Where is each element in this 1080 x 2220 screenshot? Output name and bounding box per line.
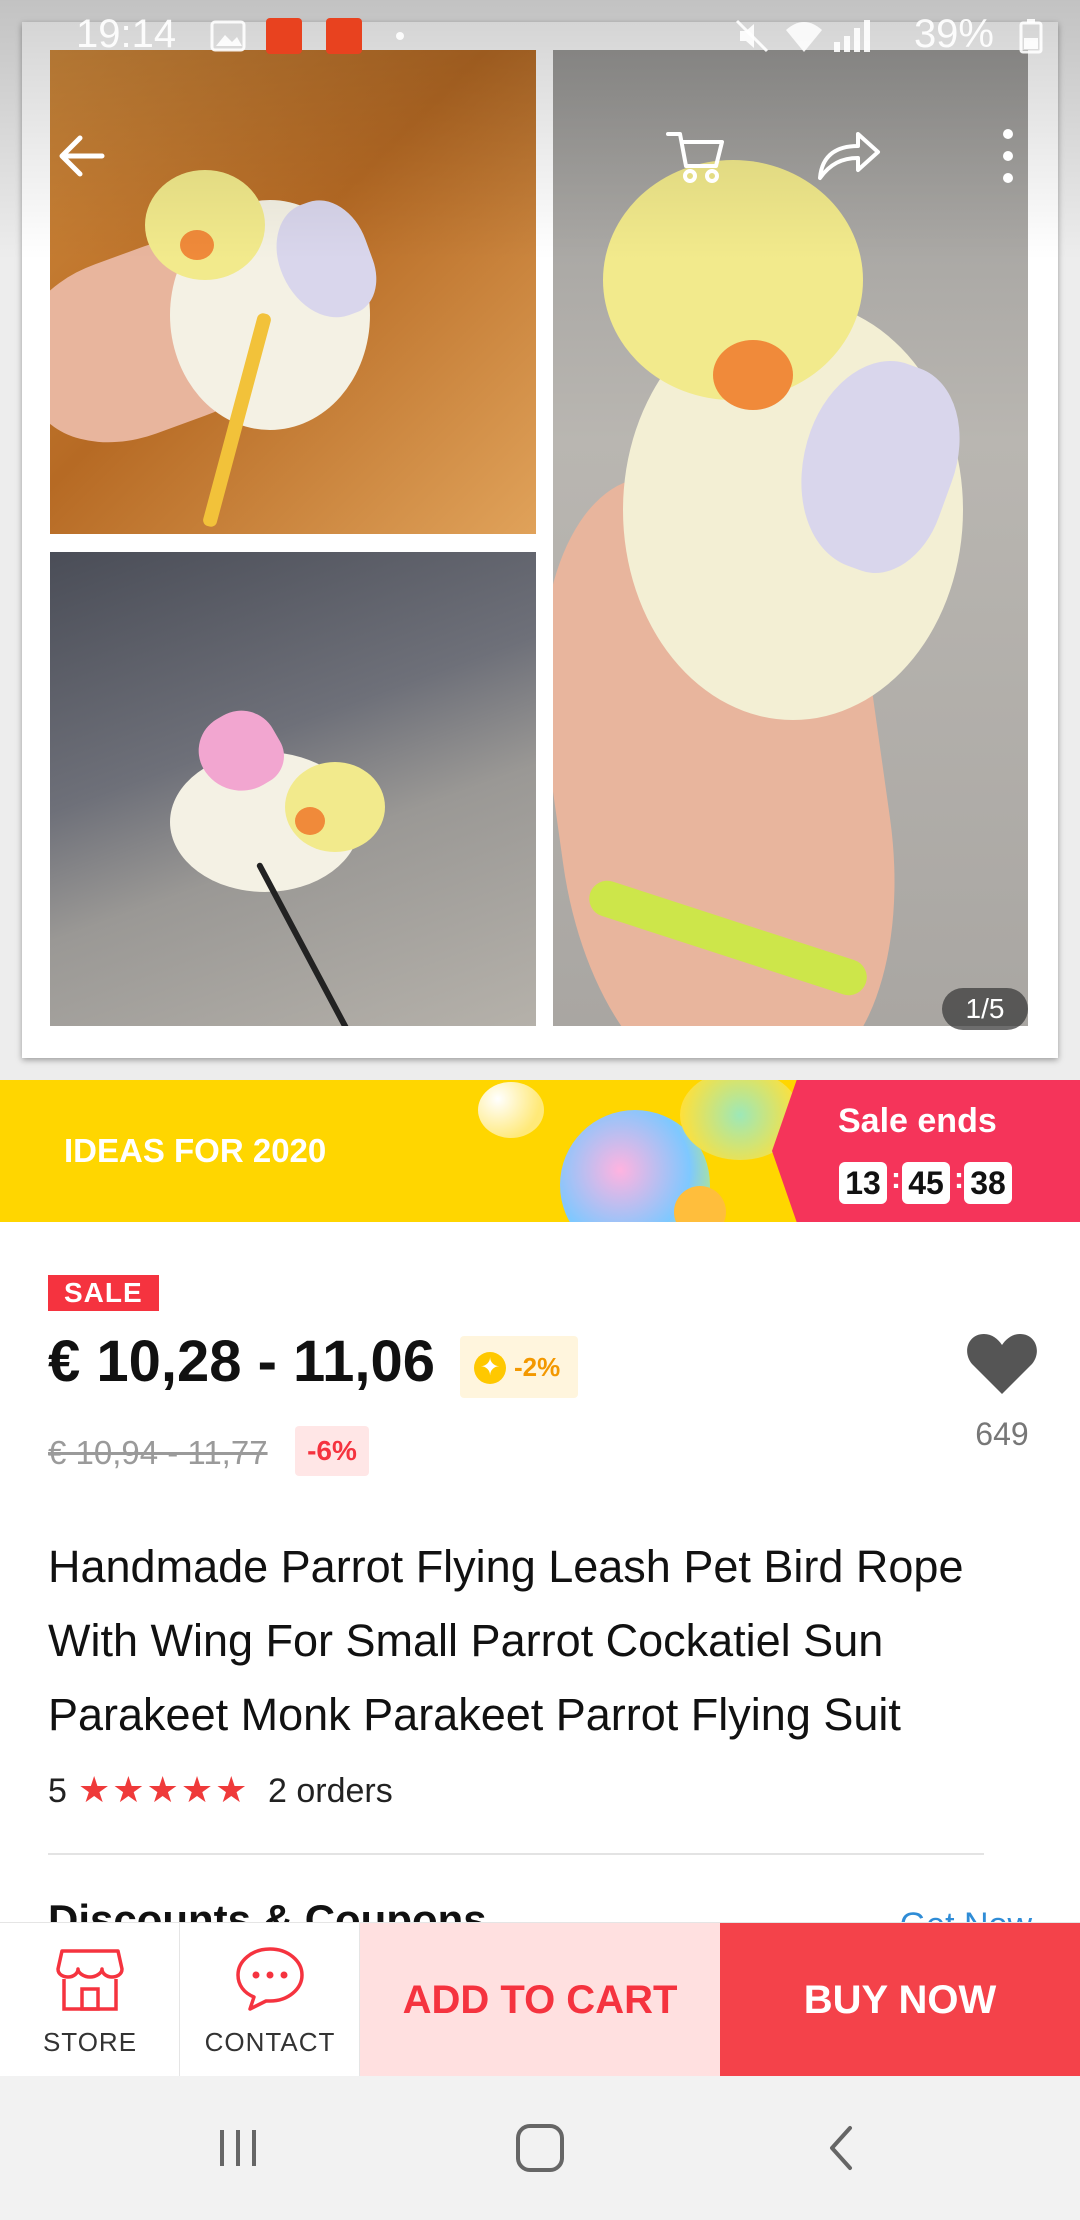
original-price: € 10,94 - 11,77 (48, 1434, 268, 1471)
cart-icon (666, 132, 724, 183)
image-counter: 1/5 (942, 988, 1028, 1030)
promo-title: IDEAS FOR 2020 (64, 1132, 327, 1169)
recent-apps-icon (220, 2130, 256, 2166)
add-to-cart-button[interactable]: ADD TO CART (360, 1923, 720, 2077)
divider (48, 1853, 984, 1855)
countdown-minutes: 45 (902, 1162, 950, 1204)
countdown-separator: : (954, 1162, 964, 1195)
recent-apps-button[interactable] (206, 2116, 270, 2180)
cart-button[interactable] (660, 120, 732, 192)
rating-value: 5 (48, 1772, 67, 1810)
dot-icon (396, 32, 404, 40)
chat-bubble-icon (236, 1947, 304, 2011)
wishlist-count: 649 (975, 1416, 1029, 1452)
product-title: Handmade Parrot Flying Leash Pet Bird Ro… (48, 1541, 964, 1740)
home-button[interactable] (508, 2116, 572, 2180)
status-bar: 19:14 39% (0, 0, 1080, 72)
star-rating-icons: ★★★★★ (78, 1769, 250, 1810)
back-button[interactable] (48, 120, 120, 192)
chevron-left-icon (830, 2126, 852, 2170)
contact-button[interactable]: CONTACT (180, 1923, 360, 2077)
decorative-bubble (478, 1082, 544, 1138)
share-arrow-icon (818, 132, 880, 180)
promo-banner[interactable]: IDEAS FOR 2020 Sale ends 13 : 45 : 38 (0, 1080, 1080, 1222)
status-time: 19:14 (76, 12, 177, 56)
coin-discount-chip[interactable]: ✦ -2% (460, 1336, 578, 1398)
countdown-seconds: 38 (964, 1162, 1012, 1204)
coin-discount-value: -2% (514, 1352, 561, 1382)
wishlist-button[interactable] (964, 1328, 1040, 1398)
store-icon (56, 1949, 124, 2011)
battery-icon (1019, 19, 1043, 54)
heart-icon (967, 1334, 1037, 1394)
countdown-hours: 13 (839, 1162, 887, 1204)
product-image-gallery[interactable]: 1/5 (0, 0, 1080, 1080)
buy-now-button[interactable]: BUY NOW (720, 1923, 1080, 2077)
home-icon (516, 2124, 564, 2172)
battery-percent: 39% (913, 12, 994, 56)
image-icon (210, 20, 246, 52)
product-photo-bird-on-pavement (50, 552, 536, 1026)
sale-ends-label: Sale ends (838, 1102, 997, 1140)
sale-badge: SALE (48, 1275, 159, 1311)
more-vertical-icon (1003, 129, 1013, 183)
bottom-action-bar: STORE CONTACT ADD TO CART BUY NOW (0, 1922, 1080, 2077)
system-back-button[interactable] (810, 2116, 874, 2180)
product-photo-bird-on-arm (553, 50, 1028, 1026)
store-button[interactable]: STORE (0, 1923, 180, 2077)
orders-count: 2 orders (268, 1772, 393, 1810)
aliexpress-notification-icon (266, 18, 302, 54)
wifi-icon (786, 22, 822, 52)
mute-icon (735, 19, 769, 53)
coin-icon: ✦ (474, 1352, 506, 1384)
discount-badge: -6% (295, 1426, 369, 1476)
store-label: STORE (42, 2027, 138, 2057)
more-options-button[interactable] (972, 120, 1044, 192)
aliexpress-notification-icon (326, 18, 362, 54)
contact-label: CONTACT (204, 2027, 336, 2057)
share-button[interactable] (812, 120, 884, 192)
product-image-collage (22, 22, 1058, 1058)
arrow-left-icon (59, 135, 105, 177)
countdown-separator: : (891, 1162, 901, 1195)
system-navigation-bar (0, 2076, 1080, 2220)
product-price: € 10,28 - 11,06 (48, 1329, 435, 1394)
product-photo-bird-on-hand (50, 50, 536, 534)
signal-icon (834, 20, 870, 52)
